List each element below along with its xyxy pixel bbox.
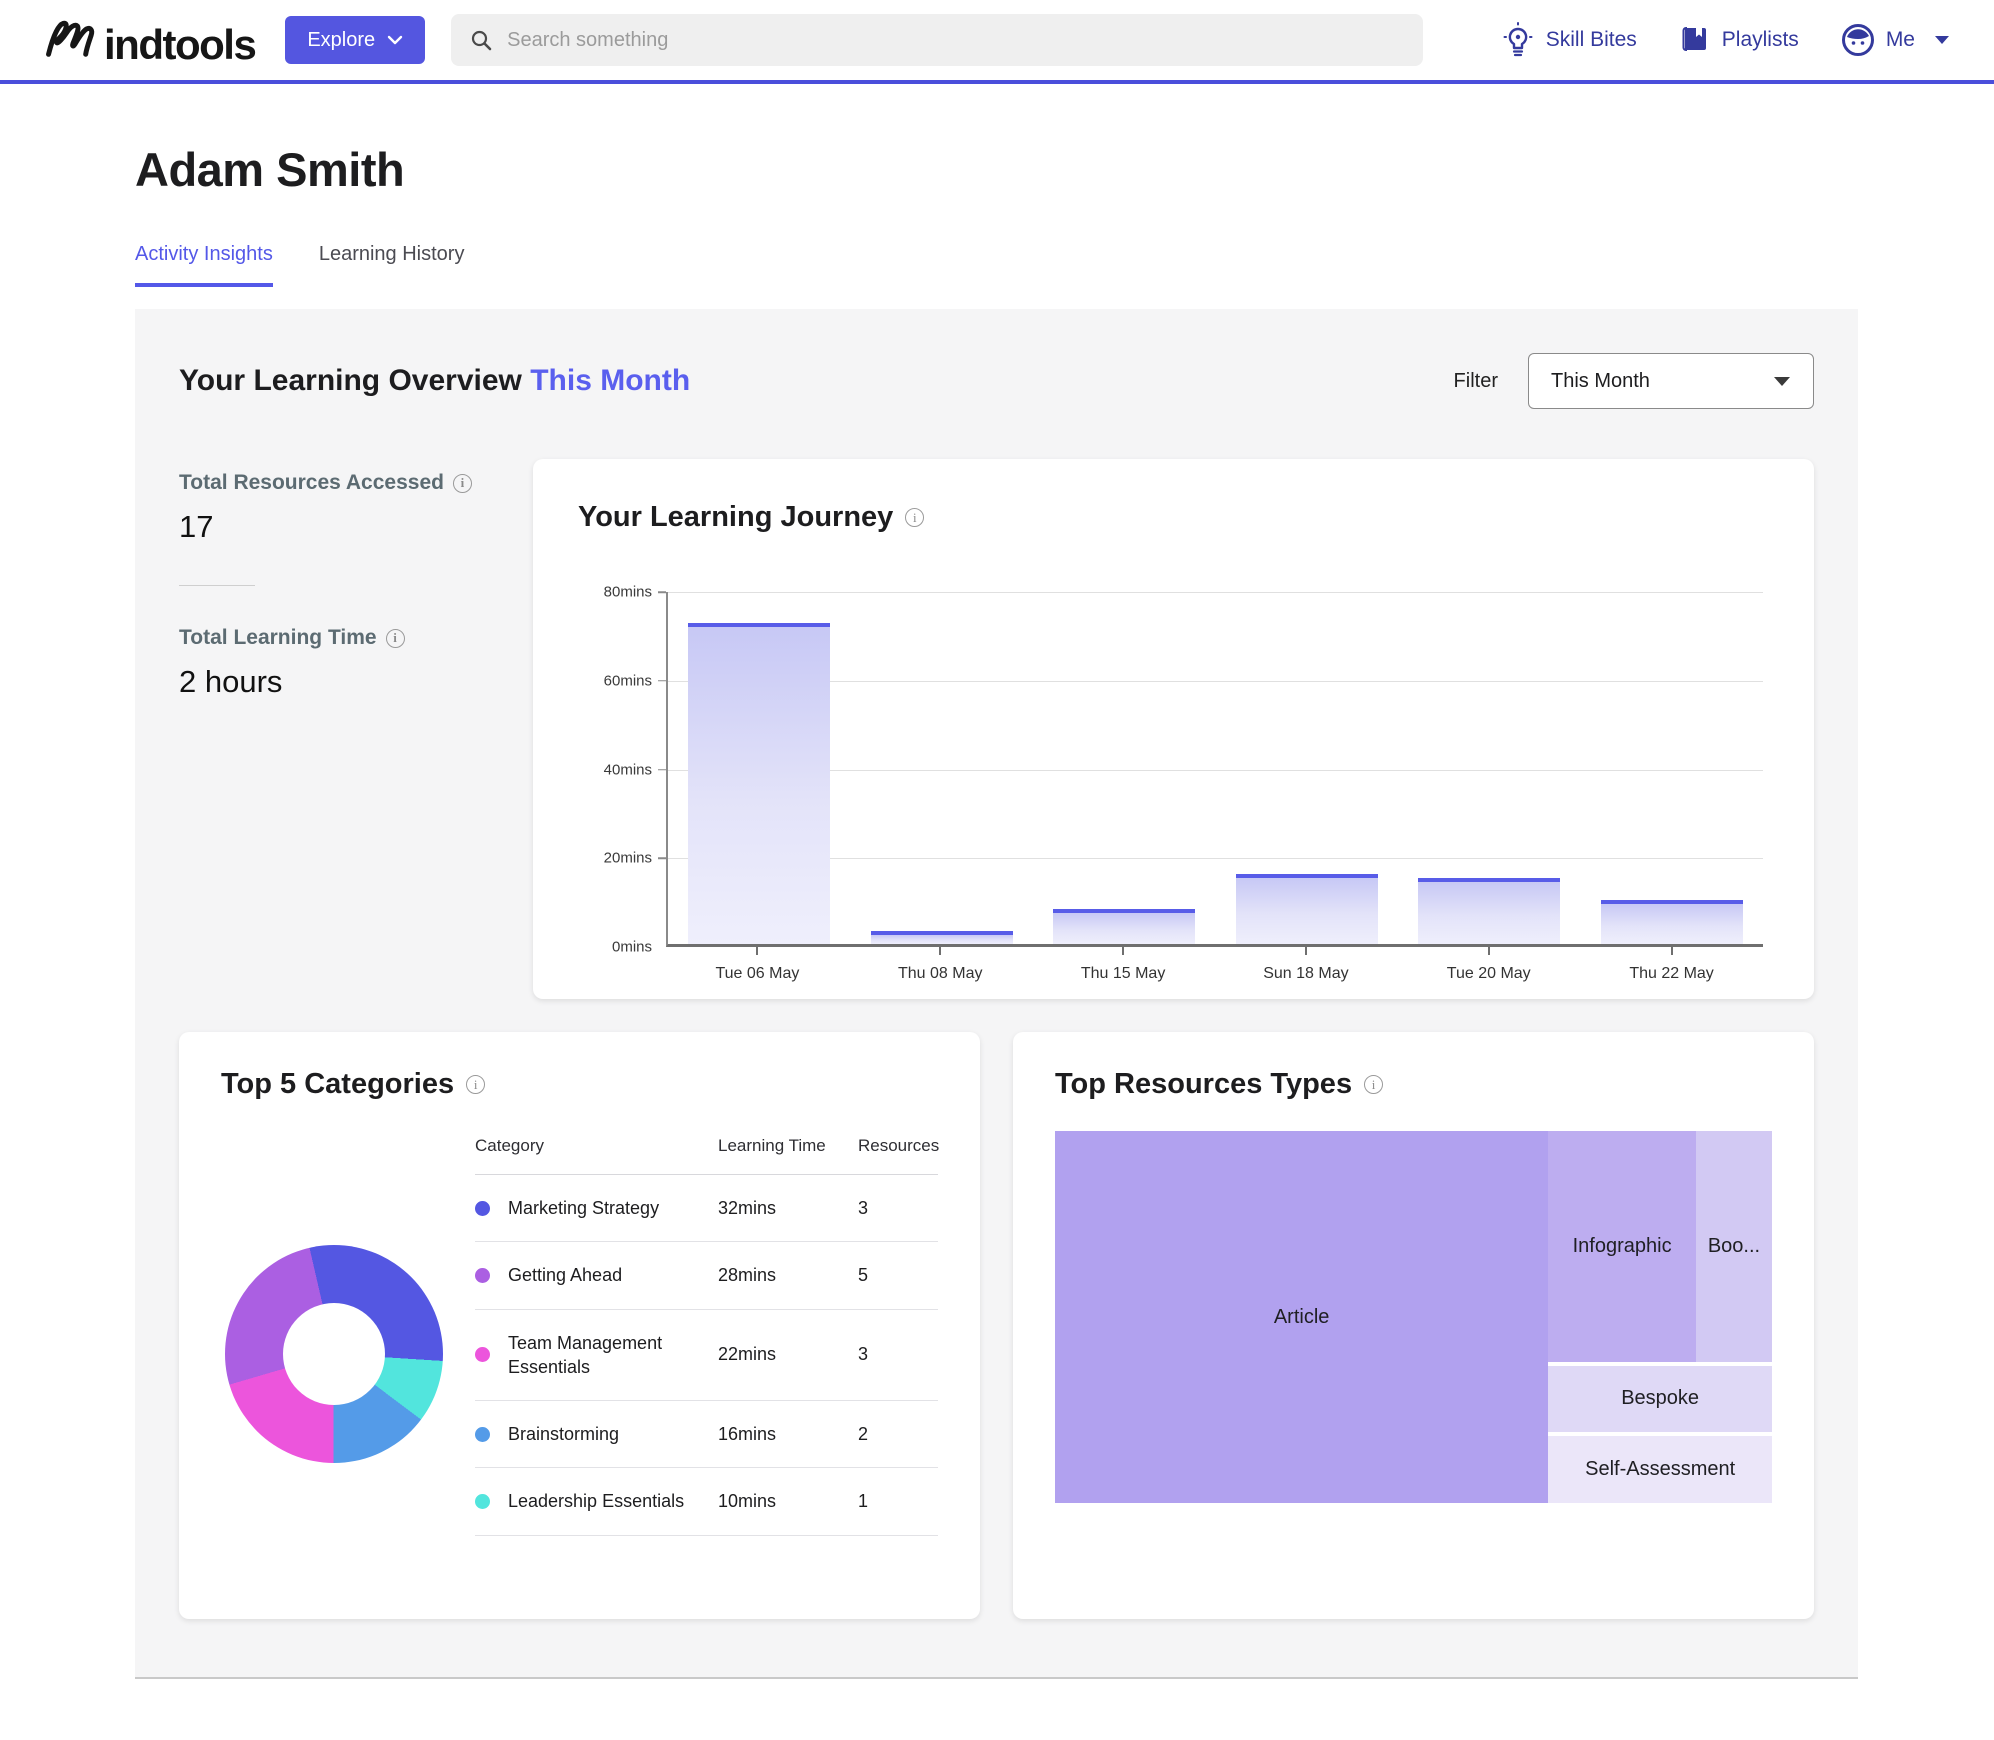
divider	[179, 585, 255, 586]
category-row: Marketing Strategy 32mins 3	[475, 1175, 938, 1242]
chevron-down-icon	[387, 35, 403, 45]
info-icon[interactable]	[466, 1075, 485, 1094]
lightbulb-icon	[1501, 22, 1535, 58]
nav-me-menu[interactable]: Me	[1841, 23, 1950, 57]
category-row: Brainstorming 16mins 2	[475, 1401, 938, 1468]
top-resource-types-title: Top Resources Types	[1055, 1068, 1352, 1101]
stat-time-value: 2 hours	[179, 664, 533, 700]
treemap-cell-book: Boo...	[1696, 1131, 1772, 1362]
learning-journey-chart: 80mins 60mins 40mins 20mins 0mins	[666, 592, 1763, 947]
x-label: Thu 08 May	[898, 965, 982, 983]
book-icon	[1679, 24, 1711, 56]
categories-donut	[225, 1245, 443, 1463]
bar-thu-22-may	[1601, 900, 1743, 944]
filter-dropdown[interactable]: This Month	[1528, 353, 1814, 409]
plot-area	[666, 592, 1763, 947]
tab-learning-history[interactable]: Learning History	[319, 243, 465, 287]
y-tick: 40mins	[604, 761, 652, 778]
summary-stats: Total Resources Accessed 17 Total Learni…	[179, 459, 533, 700]
top-navigation-bar: indtools Explore Skill Bites	[0, 0, 1994, 84]
nav-skill-bites-label: Skill Bites	[1546, 28, 1637, 52]
learning-journey-card: Your Learning Journey 80mins 60mins 40mi…	[533, 459, 1814, 999]
x-label: Thu 22 May	[1629, 965, 1713, 983]
overview-heading: Your Learning Overview This Month	[179, 364, 690, 398]
x-axis-labels: Tue 06 May Thu 08 May Thu 15 May Sun 18 …	[666, 947, 1763, 983]
learning-journey-title: Your Learning Journey	[578, 501, 893, 534]
category-row: Team Management Essentials 22mins 3	[475, 1310, 938, 1402]
category-row: Leadership Essentials 10mins 1	[475, 1468, 938, 1535]
x-label: Thu 15 May	[1081, 965, 1165, 983]
treemap-cell-infographic: Infographic	[1548, 1131, 1696, 1362]
tab-activity-insights[interactable]: Activity Insights	[135, 243, 273, 287]
learning-overview-section: Your Learning Overview This Month Filter…	[135, 309, 1858, 1679]
search-bar[interactable]	[451, 14, 1423, 66]
header-links: Skill Bites Playlists Me	[1501, 22, 1950, 58]
category-row: Getting Ahead 28mins 5	[475, 1242, 938, 1309]
bar-thu-15-may	[1053, 909, 1195, 944]
top-categories-card: Top 5 Categories Category Learning Time …	[179, 1032, 980, 1619]
top-categories-title: Top 5 Categories	[221, 1068, 454, 1101]
legend-dot	[475, 1427, 490, 1442]
overview-heading-period: This Month	[530, 364, 690, 397]
info-icon[interactable]	[1364, 1075, 1383, 1094]
resource-types-treemap: Article Infographic Boo... Bespoke	[1055, 1131, 1772, 1503]
y-tick: 60mins	[604, 672, 652, 689]
legend-dot	[475, 1268, 490, 1283]
bar-tue-20-may	[1418, 878, 1560, 944]
treemap-cell-self-assessment: Self-Assessment	[1548, 1436, 1772, 1503]
logo-wordmark: indtools	[104, 24, 255, 66]
triangle-down-icon	[1934, 35, 1950, 45]
search-icon	[469, 28, 493, 52]
avatar-icon	[1841, 23, 1875, 57]
top-resource-types-card: Top Resources Types Article Infographic …	[1013, 1032, 1814, 1619]
x-label: Tue 06 May	[715, 965, 799, 983]
categories-table: Category Learning Time Resources Marketi…	[475, 1125, 938, 1536]
categories-table-header: Category Learning Time Resources	[475, 1125, 938, 1175]
explore-button-label: Explore	[307, 29, 375, 52]
page-title: Adam Smith	[135, 142, 1994, 197]
stat-time-label: Total Learning Time	[179, 626, 533, 650]
y-tick: 80mins	[604, 584, 652, 601]
x-label: Tue 20 May	[1447, 965, 1531, 983]
mindtools-logo[interactable]: indtools	[44, 15, 255, 66]
profile-tabs: Activity Insights Learning History	[135, 243, 1994, 287]
bar-thu-08-may	[871, 931, 1013, 944]
info-icon[interactable]	[386, 629, 405, 648]
bar-sun-18-may	[1236, 874, 1378, 944]
nav-skill-bites[interactable]: Skill Bites	[1501, 22, 1637, 58]
explore-button[interactable]: Explore	[285, 16, 425, 64]
info-icon[interactable]	[453, 474, 472, 493]
overview-heading-text: Your Learning Overview	[179, 364, 522, 397]
y-tick: 20mins	[604, 850, 652, 867]
stat-resources-value: 17	[179, 509, 533, 545]
nav-playlists-label: Playlists	[1722, 28, 1799, 52]
info-icon[interactable]	[905, 508, 924, 527]
treemap-cell-article: Article	[1055, 1131, 1548, 1503]
bar-tue-06-may	[688, 623, 830, 944]
treemap-cell-bespoke: Bespoke	[1548, 1366, 1772, 1433]
legend-dot	[475, 1201, 490, 1216]
y-tick: 0mins	[612, 939, 652, 956]
filter-dropdown-value: This Month	[1551, 370, 1650, 393]
search-input[interactable]	[507, 29, 1405, 52]
stat-resources-label: Total Resources Accessed	[179, 471, 533, 495]
filter-label: Filter	[1454, 370, 1498, 393]
triangle-down-icon	[1773, 376, 1791, 387]
legend-dot	[475, 1494, 490, 1509]
nav-playlists[interactable]: Playlists	[1679, 24, 1799, 56]
mindtools-m-monogram-icon	[44, 15, 102, 66]
x-label: Sun 18 May	[1263, 965, 1348, 983]
legend-dot	[475, 1347, 490, 1362]
nav-me-label: Me	[1886, 28, 1915, 52]
